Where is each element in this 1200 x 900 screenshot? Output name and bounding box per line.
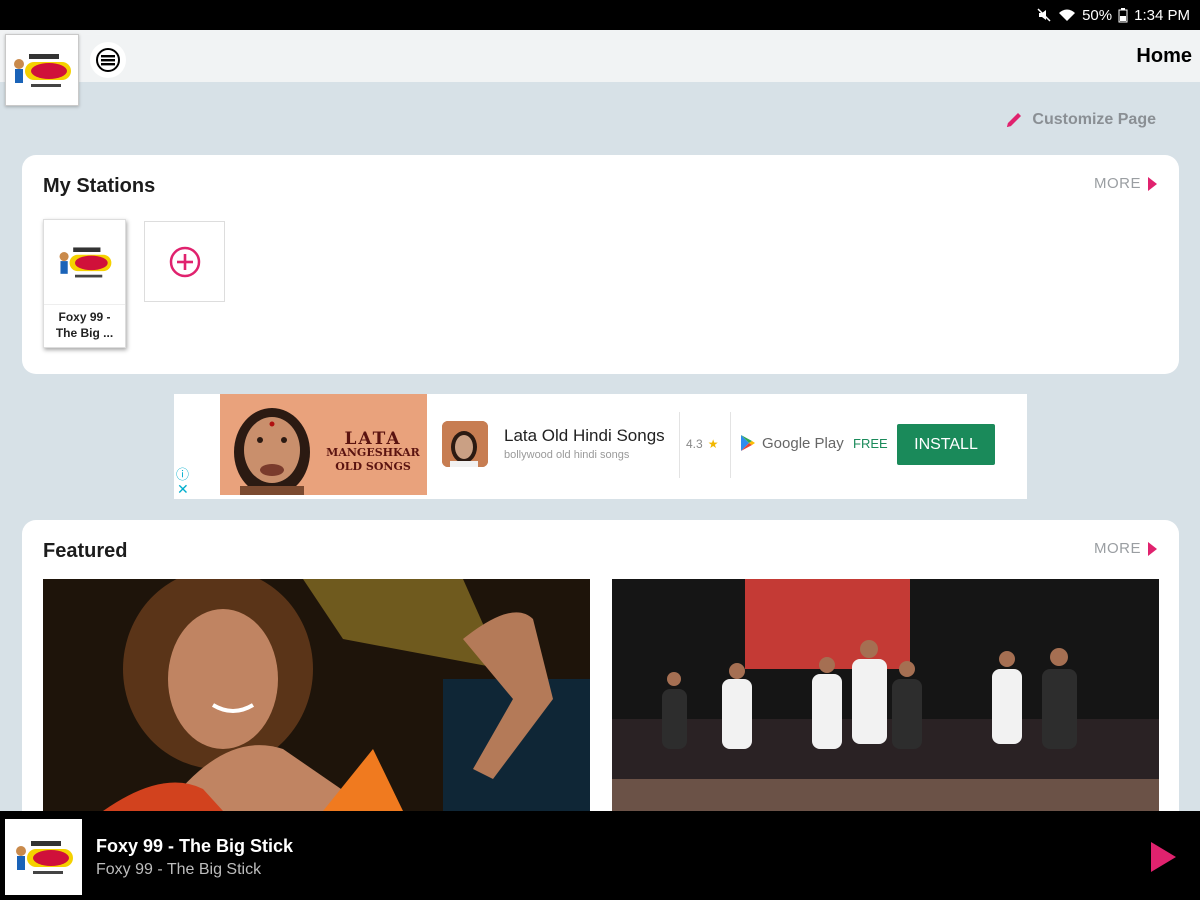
play-icon bbox=[1151, 842, 1176, 872]
play-button[interactable] bbox=[1145, 839, 1181, 875]
now-playing-bar[interactable]: Foxy 99 - The Big Stick Foxy 99 - The Bi… bbox=[0, 811, 1200, 900]
add-station-button[interactable] bbox=[144, 221, 225, 302]
now-playing-artwork[interactable] bbox=[5, 819, 82, 895]
google-play-icon bbox=[741, 435, 755, 451]
dancer-photo-icon bbox=[43, 579, 590, 811]
ad-divider bbox=[730, 412, 731, 478]
app-logo[interactable] bbox=[5, 34, 79, 106]
my-stations-more-link[interactable]: MORE bbox=[1094, 175, 1157, 192]
ad-app-title[interactable]: Lata Old Hindi Songs bbox=[504, 426, 665, 446]
play-triangle-icon bbox=[1148, 541, 1157, 556]
ad-image[interactable]: LATA MANGESHKAR OLD SONGS bbox=[220, 394, 427, 495]
clock: 1:34 PM bbox=[1134, 6, 1190, 24]
featured-image-basketball[interactable] bbox=[612, 579, 1159, 811]
ad-image-text: LATA MANGESHKAR OLD SONGS bbox=[326, 429, 420, 474]
play-triangle-icon bbox=[1148, 176, 1157, 191]
status-bar: 50% 1:34 PM bbox=[0, 0, 1200, 30]
featured-title: Featured bbox=[43, 540, 128, 562]
my-stations-card: My Stations MORE Foxy 99 - The Big ... bbox=[22, 155, 1179, 374]
add-circle-icon bbox=[169, 246, 200, 277]
foxy-logo-icon bbox=[14, 54, 71, 87]
ad-store: Google Play bbox=[740, 434, 844, 452]
ad-close-icon[interactable]: ✕ bbox=[177, 481, 189, 498]
mute-icon bbox=[1036, 7, 1052, 23]
now-playing-subtitle: Foxy 99 - The Big Stick bbox=[96, 861, 262, 878]
page-title: Home bbox=[1136, 45, 1192, 67]
my-stations-title: My Stations bbox=[43, 175, 156, 197]
now-playing-title: Foxy 99 - The Big Stick bbox=[96, 836, 294, 856]
station-tile[interactable]: Foxy 99 - The Big ... bbox=[43, 219, 126, 348]
menu-button[interactable] bbox=[90, 42, 126, 78]
foxy-logo-icon bbox=[15, 841, 73, 874]
battery-icon bbox=[1118, 7, 1128, 23]
customize-page-link[interactable]: Customize Page bbox=[1004, 110, 1156, 130]
ad-price: FREE bbox=[853, 436, 888, 451]
station-name: Foxy 99 - The Big ... bbox=[55, 310, 114, 340]
pencil-icon bbox=[1007, 113, 1022, 127]
featured-more-link[interactable]: MORE bbox=[1094, 540, 1157, 557]
ad-app-subtitle: bollywood old hindi songs bbox=[504, 449, 630, 461]
ad-banner[interactable]: LATA MANGESHKAR OLD SONGS Lata Old Hindi… bbox=[174, 394, 1027, 499]
basketball-photo-icon bbox=[612, 579, 1159, 811]
battery-level: 50% bbox=[1082, 6, 1113, 24]
ad-divider bbox=[679, 412, 680, 478]
wifi-icon bbox=[1058, 8, 1076, 22]
install-button[interactable]: INSTALL bbox=[897, 424, 995, 465]
ad-store-label: Google Play bbox=[762, 434, 844, 452]
star-icon: ★ bbox=[707, 437, 719, 451]
menu-icon bbox=[96, 48, 120, 72]
station-logo bbox=[44, 220, 125, 305]
more-label: MORE bbox=[1094, 175, 1141, 192]
ad-rating-value: 4.3 bbox=[686, 437, 703, 451]
app-bar bbox=[0, 30, 1200, 82]
more-label: MORE bbox=[1094, 540, 1141, 557]
ad-app-icon[interactable] bbox=[442, 421, 488, 467]
featured-image-dancer[interactable] bbox=[43, 579, 590, 811]
foxy-logo-icon bbox=[59, 247, 111, 278]
ad-rating: 4.3 ★ bbox=[686, 437, 718, 451]
app-thumbnail-icon bbox=[442, 421, 488, 467]
customize-page-label: Customize Page bbox=[1032, 111, 1156, 128]
